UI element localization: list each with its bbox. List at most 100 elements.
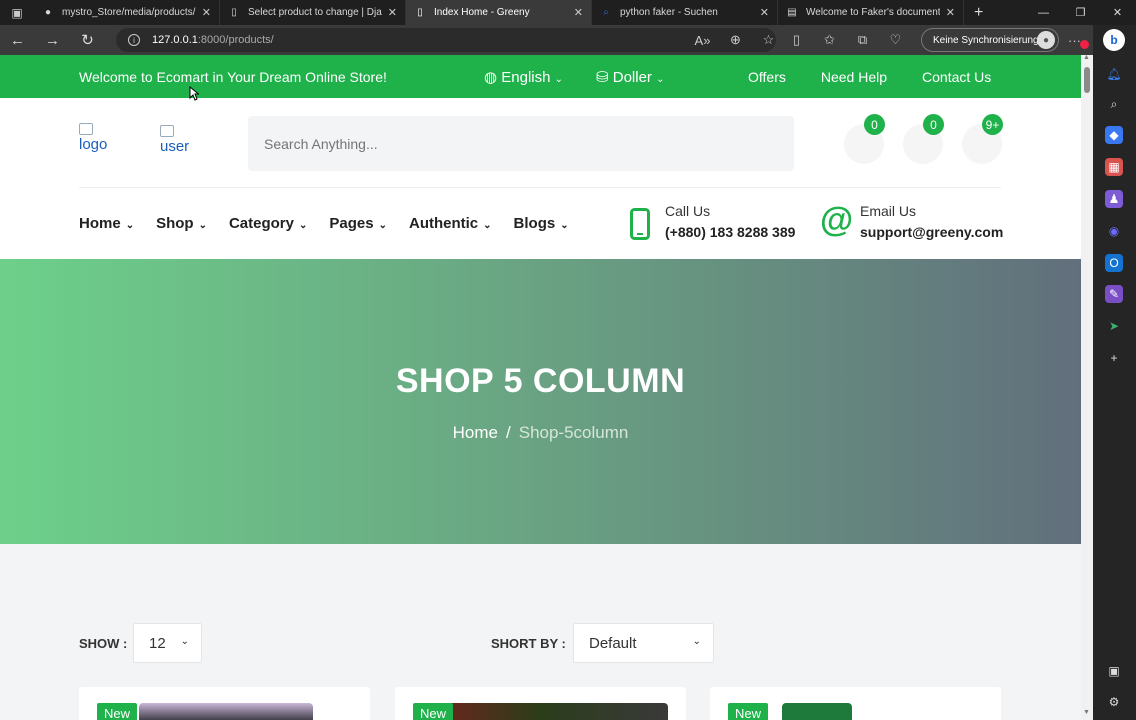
shopping-icon[interactable]: ◆ (1105, 126, 1123, 144)
back-icon[interactable]: ← (0, 25, 35, 55)
need-help-link[interactable]: Need Help (821, 69, 887, 85)
window-close-icon[interactable]: ✕ (1099, 0, 1136, 25)
at-sign-icon: @ (820, 201, 854, 239)
chevron-down-icon: ⌄ (554, 74, 564, 85)
window-controls: — ❐ ✕ (1025, 0, 1136, 25)
broken-image-icon (79, 123, 93, 135)
doc-icon: ▤ (787, 7, 797, 18)
new-badge: New (728, 703, 769, 720)
breadcrumb-home-link[interactable]: Home (453, 423, 498, 442)
language-selector[interactable]: ◍ English ⌄ (484, 68, 563, 86)
nav-pages[interactable]: Pages ⌄ (329, 215, 387, 232)
chevron-down-icon: ⌄ (560, 220, 569, 231)
url-text: 127.0.0.1:8000/products/ (152, 34, 274, 46)
browser-tab-3[interactable]: ▯ Index Home - Greeny ✕ (406, 0, 592, 25)
read-aloud-icon[interactable]: A» (686, 33, 719, 48)
site-logo[interactable]: logo (79, 123, 107, 153)
scrollbar-thumb[interactable] (1084, 67, 1090, 93)
offers-link[interactable]: Offers (748, 69, 786, 85)
chevron-down-icon: ⌄ (378, 220, 387, 231)
chevron-down-icon: ⌄ (180, 636, 189, 647)
browser-tab-2[interactable]: ▯ Select product to change | Djang ✕ (220, 0, 406, 25)
page-banner: SHOP 5 COLUMN Home / Shop-5column (0, 259, 1081, 544)
office-icon[interactable]: ✎ (1105, 285, 1123, 303)
wishlist-button[interactable]: 0 (903, 114, 944, 164)
browser-tab-4[interactable]: ⌕ python faker - Suchen ✕ (592, 0, 778, 25)
cart-button[interactable]: 9+ (962, 114, 1003, 164)
bing-copilot-icon[interactable]: b (1103, 29, 1125, 51)
show-count-select[interactable]: 12 ⌄ (133, 623, 202, 663)
page-icon: ▯ (231, 7, 237, 18)
search-input[interactable] (248, 116, 794, 171)
globe-icon: ◍ (484, 69, 498, 86)
email-address[interactable]: support@greeny.com (860, 224, 1003, 240)
close-icon[interactable]: ✕ (760, 6, 769, 19)
collections-icon[interactable]: ⧉ (846, 32, 879, 48)
browser-essentials-icon[interactable]: ♡ (879, 32, 912, 48)
minimize-icon[interactable]: — (1025, 0, 1062, 25)
nav-home[interactable]: Home ⌄ (79, 215, 134, 232)
product-image[interactable] (139, 703, 313, 720)
sidebar-layout-icon[interactable]: ▣ (1105, 662, 1123, 680)
browser-tab-1[interactable]: ● mystro_Store/media/products/1 ✕ (34, 0, 220, 25)
site-header: logo user 0 0 9+ Home⌄ Shop⌄ Category⌄ P… (0, 98, 1081, 258)
chevron-down-icon: ⌄ (656, 74, 665, 85)
split-screen-icon[interactable]: ▯ (780, 32, 813, 48)
restore-icon[interactable]: ❐ (1062, 0, 1099, 25)
contact-us-link[interactable]: Contact Us (922, 69, 991, 85)
games-icon[interactable]: ♟ (1105, 190, 1123, 208)
chevron-down-icon: ⌄ (198, 220, 207, 231)
copilot-icon[interactable]: ◉ (1105, 222, 1123, 240)
product-card[interactable]: New (395, 687, 686, 720)
nav-shop[interactable]: Shop ⌄ (156, 215, 207, 232)
favorites-icon[interactable]: ✩ (813, 32, 846, 48)
new-tab-button[interactable]: + (964, 4, 993, 22)
user-avatar[interactable]: user (160, 125, 189, 155)
new-badge: New (97, 703, 138, 720)
close-icon[interactable]: ✕ (946, 6, 955, 19)
page-scrollbar[interactable]: ▲ ▼ (1081, 54, 1093, 720)
nav-authentic[interactable]: Authentic ⌄ (409, 215, 492, 232)
phone-number[interactable]: (+880) 183 8288 389 (665, 224, 795, 240)
new-badge: New (413, 703, 454, 720)
address-bar-actions: A» ⊕ ☆ (686, 25, 785, 55)
product-image[interactable] (782, 703, 852, 720)
nav-category[interactable]: Category ⌄ (229, 215, 307, 232)
address-bar[interactable]: i 127.0.0.1:8000/products/ (116, 28, 776, 52)
settings-more-icon[interactable]: ··· (1068, 25, 1089, 55)
nav-blogs[interactable]: Blogs ⌄ (514, 215, 569, 232)
product-card[interactable]: New (710, 687, 1001, 720)
browser-tools: ▯ ✩ ⧉ ♡ (780, 25, 912, 55)
drop-icon[interactable]: ➤ (1105, 317, 1123, 335)
close-icon[interactable]: ✕ (574, 6, 583, 19)
sidebar-settings-icon[interactable]: ⚙ (1105, 693, 1123, 711)
site-topbar: Welcome to Ecomart in Your Dream Online … (0, 55, 1081, 98)
close-icon[interactable]: ✕ (388, 6, 397, 19)
browser-tab-5[interactable]: ▤ Welcome to Faker's documentati ✕ (778, 0, 964, 25)
sync-button[interactable]: Keine Synchronisierung ● (921, 28, 1059, 52)
forward-icon[interactable]: → (35, 25, 70, 55)
email-us-block: Email Us support@greeny.com (860, 203, 1004, 240)
sort-select[interactable]: Default ⌄ (573, 623, 714, 663)
close-icon[interactable]: ✕ (202, 6, 211, 19)
scroll-up-icon[interactable]: ▲ (1083, 54, 1090, 61)
compare-button[interactable]: 0 (844, 114, 885, 164)
tab-actions-icon[interactable]: ▣ (0, 0, 34, 25)
browser-toolbar: ← → ↻ i 127.0.0.1:8000/products/ A» ⊕ ☆ … (0, 25, 1136, 55)
search-icon: ⌕ (603, 7, 609, 18)
outlook-icon[interactable]: O (1105, 254, 1123, 272)
chevron-down-icon: ⌄ (483, 220, 492, 231)
zoom-icon[interactable]: ⊕ (719, 32, 752, 48)
call-us-block: Call Us (+880) 183 8288 389 (665, 203, 796, 240)
tools-icon[interactable]: ▦ (1105, 158, 1123, 176)
welcome-text: Welcome to Ecomart in Your Dream Online … (79, 69, 387, 85)
reload-icon[interactable]: ↻ (70, 25, 105, 55)
notifications-icon[interactable]: 🔔︎ (1105, 65, 1123, 83)
currency-selector[interactable]: ⛁ Doller ⌄ (596, 68, 665, 86)
mouse-cursor-icon (189, 86, 199, 101)
scroll-down-icon[interactable]: ▼ (1083, 709, 1090, 716)
site-info-icon[interactable]: i (128, 34, 140, 46)
product-card[interactable]: New (79, 687, 370, 720)
sidebar-search-icon[interactable]: ⌕ (1105, 95, 1123, 113)
add-sidebar-app-icon[interactable]: + (1105, 349, 1123, 367)
